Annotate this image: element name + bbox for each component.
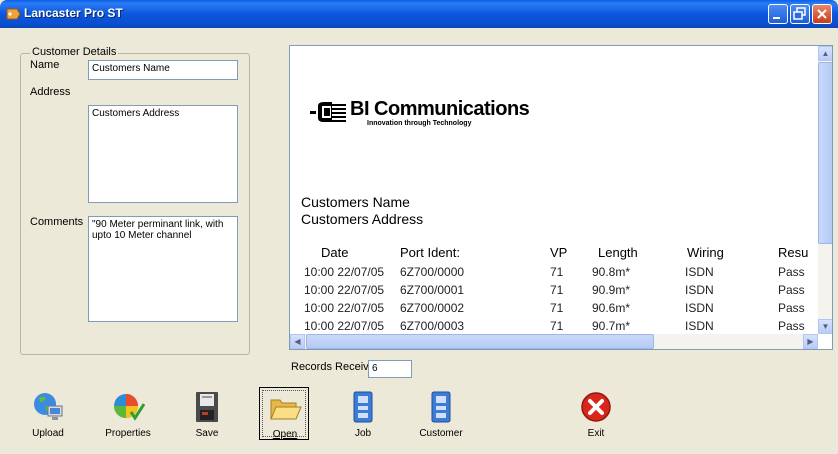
table-cell: 10:00 22/07/05: [304, 319, 385, 333]
table-cell: 10:00 22/07/05: [304, 283, 385, 297]
properties-label: Properties: [105, 428, 151, 439]
table-cell: 6Z700/0001: [400, 283, 465, 297]
table-cell: 71: [550, 265, 564, 279]
table-header: Length: [598, 245, 638, 260]
comments-label: Comments: [30, 216, 84, 228]
scroll-right-arrow-icon[interactable]: ▶: [803, 334, 818, 349]
properties-icon: [114, 394, 145, 421]
table-cell: ISDN: [685, 265, 714, 279]
customer-details-legend: Customer Details: [30, 46, 119, 58]
exit-icon: [581, 392, 611, 422]
open-label: Open: [272, 429, 298, 440]
open-folder-icon: [270, 399, 302, 420]
records-received-field[interactable]: 6: [368, 360, 412, 378]
name-field[interactable]: Customers Name: [88, 60, 238, 80]
exit-button[interactable]: Exit: [571, 387, 621, 440]
upload-label: Upload: [32, 428, 64, 439]
company-logo: BI Communications Innovation through Tec…: [310, 96, 550, 134]
table-cell: 10:00 22/07/05: [304, 265, 385, 279]
exit-label: Exit: [587, 428, 605, 439]
app-icon: [6, 8, 21, 20]
address-label: Address: [30, 86, 71, 98]
report-preview[interactable]: BI Communications Innovation through Tec…: [289, 45, 833, 350]
report-customer-name: Customers Name: [301, 194, 410, 210]
table-header: Wiring: [687, 245, 724, 260]
scroll-up-arrow-icon[interactable]: ▲: [818, 46, 832, 61]
job-label: Job: [354, 428, 372, 439]
window-title: Lancaster Pro ST: [24, 6, 123, 20]
scroll-left-arrow-icon[interactable]: ◀: [290, 334, 305, 349]
table-header: VP: [550, 245, 568, 260]
vertical-scrollbar[interactable]: ▲ ▼: [818, 46, 832, 334]
address-field[interactable]: Customers Address: [88, 105, 238, 203]
close-button[interactable]: [812, 4, 832, 24]
table-cell: Pass: [778, 319, 805, 333]
save-icon: [196, 392, 218, 422]
table-cell: 90.7m*: [592, 319, 631, 333]
table-cell: 90.6m*: [592, 301, 631, 315]
table-cell: 71: [550, 301, 564, 315]
scroll-down-arrow-icon[interactable]: ▼: [818, 319, 832, 334]
table-cell: Pass: [778, 283, 805, 297]
open-button[interactable]: Open: [259, 387, 309, 440]
restore-icon: [793, 7, 806, 20]
comments-field[interactable]: "90 Meter perminant link, with upto 10 M…: [88, 216, 238, 322]
table-cell: 71: [550, 319, 564, 333]
table-cell: Pass: [778, 265, 805, 279]
horizontal-scrollbar[interactable]: ◀ ▶: [290, 334, 818, 349]
minimize-button[interactable]: [768, 4, 788, 24]
properties-button[interactable]: Properties: [103, 387, 153, 440]
table-cell: 10:00 22/07/05: [304, 301, 385, 315]
table-cell: 90.9m*: [592, 283, 631, 297]
table-cell: ISDN: [685, 301, 714, 315]
table-cell: 6Z700/0000: [400, 265, 465, 279]
table-cell: ISDN: [685, 319, 714, 333]
name-label: Name: [30, 59, 60, 71]
job-button[interactable]: Job: [338, 387, 388, 440]
table-header: Port Ident:: [400, 245, 460, 260]
table-cell: 90.8m*: [592, 265, 631, 279]
save-label: Save: [195, 428, 219, 439]
job-icon: [353, 391, 373, 423]
report-customer-address: Customers Address: [301, 211, 424, 227]
horizontal-scroll-thumb[interactable]: [306, 334, 654, 349]
customer-label: Customer: [419, 428, 463, 439]
table-header: Resu: [778, 245, 809, 260]
table-cell: Pass: [778, 301, 805, 315]
save-button[interactable]: Save: [182, 387, 232, 440]
table-cell: 6Z700/0002: [400, 301, 465, 315]
upload-button[interactable]: Upload: [23, 387, 73, 440]
table-cell: 71: [550, 283, 564, 297]
title-bar[interactable]: Lancaster Pro ST: [0, 0, 838, 28]
vertical-scroll-thumb[interactable]: [818, 62, 832, 244]
close-icon: [817, 9, 827, 19]
minimize-icon: [773, 17, 780, 19]
upload-icon: [34, 393, 63, 420]
table-cell: 6Z700/0003: [400, 319, 465, 333]
logo-name: BI Communications: [350, 98, 530, 120]
customer-icon: [431, 391, 451, 423]
table-cell: ISDN: [685, 283, 714, 297]
restore-button[interactable]: [790, 4, 810, 24]
table-header: Date: [321, 245, 349, 260]
customer-button[interactable]: Customer: [416, 387, 466, 440]
logo-plug-icon: [310, 102, 346, 122]
logo-tagline: Innovation through Technology: [367, 120, 472, 127]
